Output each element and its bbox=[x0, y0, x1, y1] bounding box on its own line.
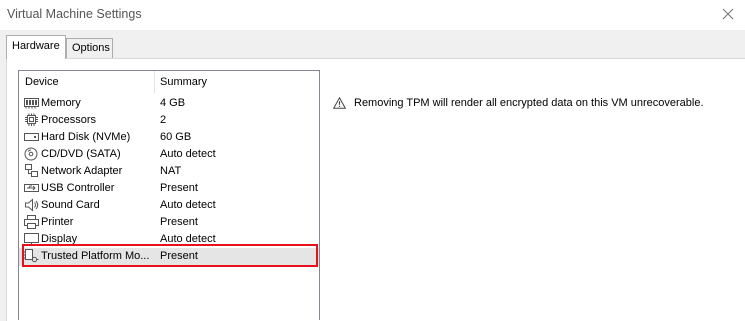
device-row-processors[interactable]: Processors 2 bbox=[19, 112, 319, 129]
device-summary: NAT bbox=[160, 165, 182, 177]
device-row-cd-dvd[interactable]: CD/DVD (SATA) Auto detect bbox=[19, 146, 319, 163]
device-summary: 60 GB bbox=[160, 131, 192, 143]
warning-text: Removing TPM will render all encrypted d… bbox=[354, 97, 704, 109]
device-summary: Present bbox=[160, 216, 198, 228]
column-header-device[interactable]: Device bbox=[25, 76, 59, 88]
printer-icon bbox=[24, 215, 39, 229]
processor-icon bbox=[25, 113, 38, 126]
title-bar: Virtual Machine Settings bbox=[0, 0, 745, 30]
network-adapter-icon bbox=[25, 164, 38, 177]
device-name: Processors bbox=[41, 114, 97, 126]
device-row-display[interactable]: Display Auto detect bbox=[19, 231, 319, 248]
device-name: CD/DVD (SATA) bbox=[41, 148, 121, 160]
device-name: Sound Card bbox=[41, 199, 100, 211]
hardware-panel: Device Summary Memory 4 GB Processors 2 … bbox=[6, 58, 745, 321]
device-summary: Auto detect bbox=[160, 148, 216, 160]
device-row-hard-disk[interactable]: Hard Disk (NVMe) 60 GB bbox=[19, 129, 319, 146]
column-header-summary[interactable]: Summary bbox=[160, 76, 207, 88]
tab-hardware[interactable]: Hardware bbox=[6, 35, 66, 61]
hard-disk-icon bbox=[24, 133, 39, 141]
device-summary: Present bbox=[160, 250, 198, 262]
display-icon bbox=[24, 233, 39, 246]
device-row-usb-controller[interactable]: USB Controller Present bbox=[19, 180, 319, 197]
tab-hardware-label: Hardware bbox=[12, 40, 60, 52]
device-name: Hard Disk (NVMe) bbox=[41, 131, 131, 143]
memory-icon bbox=[24, 98, 39, 109]
device-name: USB Controller bbox=[41, 182, 115, 194]
tpm-icon bbox=[24, 249, 39, 263]
device-name: Memory bbox=[41, 97, 81, 109]
column-divider[interactable] bbox=[154, 71, 155, 93]
window-title: Virtual Machine Settings bbox=[7, 7, 142, 21]
device-summary: 4 GB bbox=[160, 97, 186, 109]
device-name: Network Adapter bbox=[41, 165, 123, 177]
device-name: Display bbox=[41, 233, 78, 245]
device-row-printer[interactable]: Printer Present bbox=[19, 214, 319, 231]
close-icon[interactable] bbox=[720, 6, 736, 22]
device-summary: Auto detect bbox=[160, 233, 216, 245]
device-row-sound-card[interactable]: Sound Card Auto detect bbox=[19, 197, 319, 214]
sound-card-icon bbox=[25, 198, 39, 212]
list-header: Device Summary bbox=[19, 71, 319, 93]
device-row-network-adapter[interactable]: Network Adapter NAT bbox=[19, 163, 319, 180]
device-summary: Present bbox=[160, 182, 198, 194]
device-name: Printer bbox=[41, 216, 74, 228]
tab-options-label: Options bbox=[72, 42, 110, 54]
device-summary: Auto detect bbox=[160, 199, 216, 211]
device-name: Trusted Platform Mo... bbox=[41, 250, 150, 262]
device-summary: 2 bbox=[160, 114, 167, 126]
warning-icon bbox=[333, 97, 346, 109]
dialog-body: Hardware Options Device Summary Memory 4… bbox=[0, 30, 745, 321]
device-row-memory[interactable]: Memory 4 GB bbox=[19, 95, 319, 112]
device-list[interactable]: Device Summary Memory 4 GB Processors 2 … bbox=[18, 70, 320, 320]
tab-options[interactable]: Options bbox=[66, 38, 113, 58]
device-row-tpm[interactable]: Trusted Platform Mo... Present bbox=[19, 248, 319, 266]
cd-dvd-icon bbox=[24, 147, 38, 161]
usb-icon bbox=[24, 184, 39, 192]
